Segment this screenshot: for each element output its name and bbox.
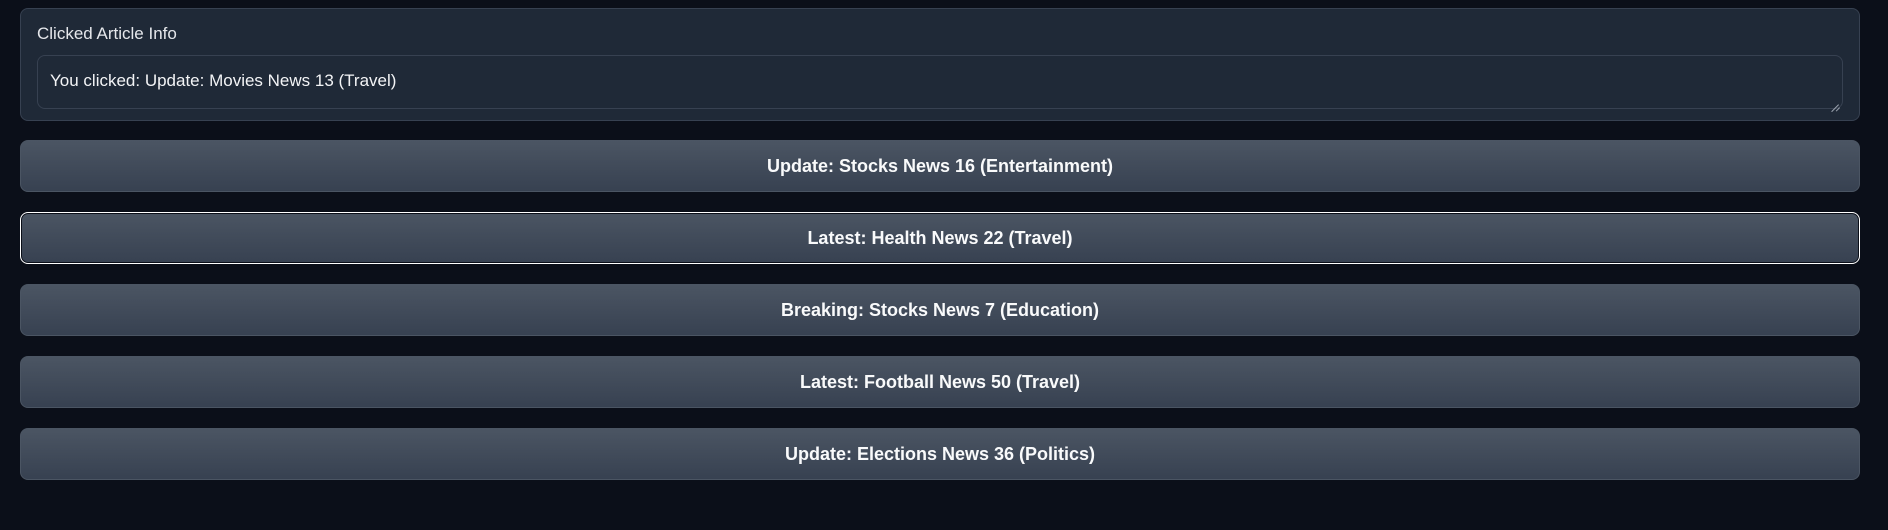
article-list: Update: Stocks News 16 (Entertainment) L…: [20, 140, 1860, 480]
article-button[interactable]: Breaking: Stocks News 7 (Education): [20, 284, 1860, 336]
clicked-article-info-value: You clicked: Update: Movies News 13 (Tra…: [50, 71, 397, 90]
app-container: Clicked Article Info You clicked: Update…: [20, 8, 1860, 500]
article-button[interactable]: Latest: Health News 22 (Travel): [20, 212, 1860, 264]
clicked-article-info-textarea[interactable]: You clicked: Update: Movies News 13 (Tra…: [37, 55, 1843, 109]
article-button[interactable]: Update: Elections News 36 (Politics): [20, 428, 1860, 480]
article-button[interactable]: Update: Stocks News 16 (Entertainment): [20, 140, 1860, 192]
resize-handle-icon[interactable]: [1831, 97, 1839, 105]
article-button[interactable]: Latest: Football News 50 (Travel): [20, 356, 1860, 408]
clicked-article-info-label: Clicked Article Info: [37, 24, 177, 43]
clicked-article-info-panel: Clicked Article Info You clicked: Update…: [20, 8, 1860, 121]
